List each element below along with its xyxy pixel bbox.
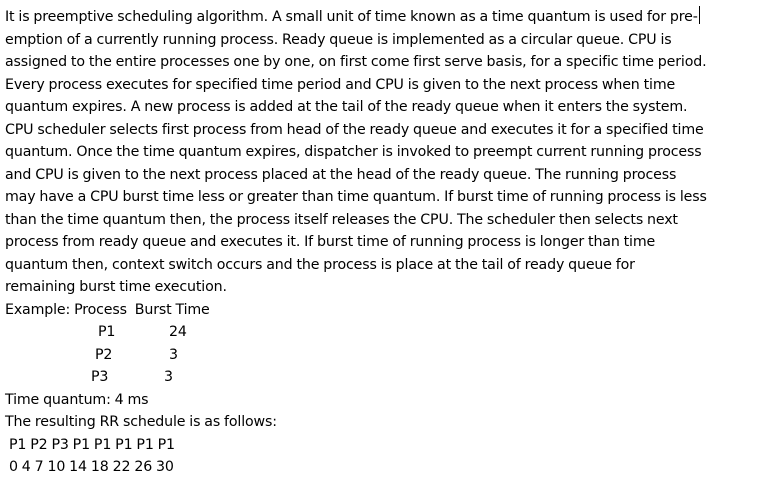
paragraph-line: remaining burst time execution. xyxy=(5,279,227,295)
paragraph-line: emption of a currently running process. … xyxy=(5,31,672,48)
schedule-times: 0 4 7 10 14 18 22 26 30 xyxy=(5,459,174,475)
document-body[interactable]: It is preemptive scheduling algorithm. A… xyxy=(5,6,760,479)
paragraph-line: It is preemptive scheduling algorithm. A… xyxy=(5,6,760,29)
paragraph-line: CPU scheduler selects first process from… xyxy=(5,121,704,138)
paragraph-line: process from ready queue and executes it… xyxy=(5,234,656,250)
paragraph-line: Every process executes for specified tim… xyxy=(5,76,676,93)
example-header: Example: Process Burst Time xyxy=(5,301,210,318)
paragraph-line-text: It is preemptive scheduling algorithm. A… xyxy=(5,9,698,25)
paragraph-line: than the time quantum then, the process … xyxy=(5,211,678,228)
text-cursor xyxy=(698,6,700,24)
process-row: P3 3 xyxy=(5,366,760,389)
paragraph-line: quantum then, context switch occurs and … xyxy=(5,256,635,273)
paragraph-line: may have a CPU burst time less or greate… xyxy=(5,189,707,205)
process-burst: 3 xyxy=(164,369,173,385)
process-name: P3 xyxy=(91,369,109,385)
paragraph-line: quantum. Once the time quantum expires, … xyxy=(5,144,702,160)
process-name: P1 xyxy=(98,324,116,340)
time-quantum: Time quantum: 4 ms xyxy=(5,391,149,408)
paragraph-line: and CPU is given to the next process pla… xyxy=(5,166,677,183)
process-burst: 3 xyxy=(169,346,178,363)
process-name: P2 xyxy=(95,346,113,363)
paragraph-line: quantum expires. A new process is added … xyxy=(5,99,688,115)
process-row: P2 3 xyxy=(5,344,760,367)
schedule-sequence: P1 P2 P3 P1 P1 P1 P1 P1 xyxy=(5,436,175,453)
paragraph-line: assigned to the entire processes one by … xyxy=(5,54,707,70)
process-row: P1 24 xyxy=(5,321,760,344)
schedule-intro: The resulting RR schedule is as follows: xyxy=(5,414,277,430)
process-burst: 24 xyxy=(169,324,187,340)
